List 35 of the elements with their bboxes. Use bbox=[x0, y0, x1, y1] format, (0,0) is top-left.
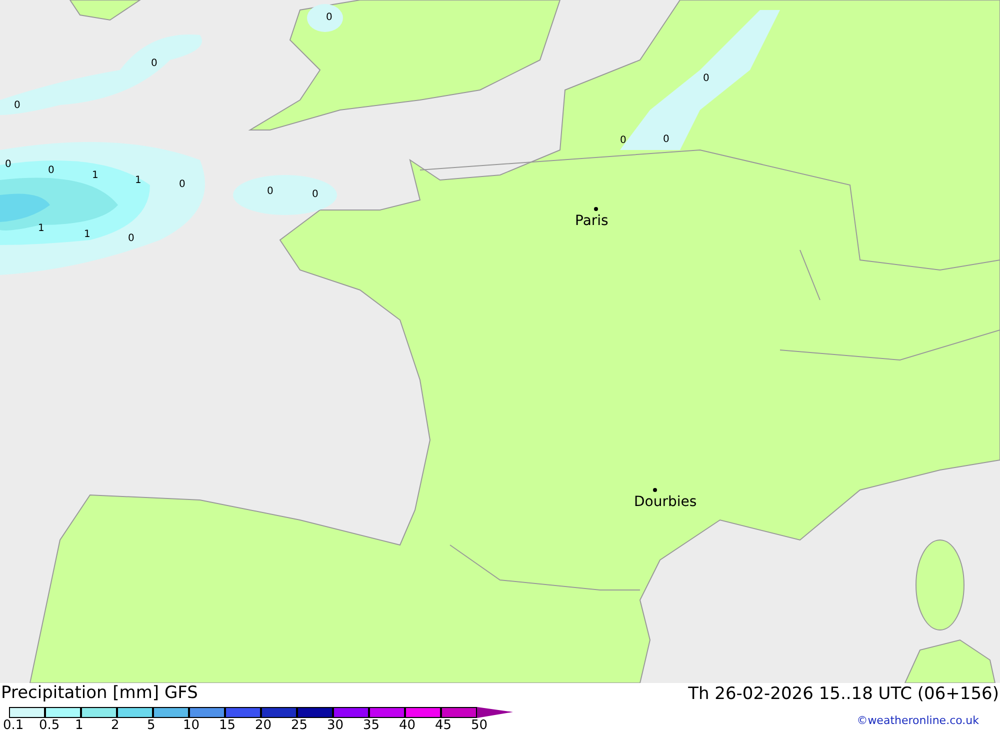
contour-label: 0 bbox=[663, 135, 670, 145]
contour-label: 0 bbox=[620, 136, 626, 146]
scale-label: 35 bbox=[363, 718, 380, 733]
city-label: Dourbies bbox=[634, 495, 697, 509]
contour-label: 0 bbox=[14, 101, 20, 111]
scale-label: 25 bbox=[291, 718, 308, 733]
contour-label: 0 bbox=[267, 187, 274, 197]
contour-label: 1 bbox=[38, 224, 44, 234]
scale-label: 20 bbox=[255, 718, 272, 733]
contour-label: 0 bbox=[48, 166, 54, 176]
contour-label: 0 bbox=[128, 234, 134, 244]
scale-label: 2 bbox=[111, 718, 120, 733]
contour-label: 0 bbox=[179, 180, 186, 190]
scale-label: 40 bbox=[399, 718, 416, 733]
city-label: Paris bbox=[575, 214, 608, 228]
scale-label: 50 bbox=[471, 718, 488, 733]
valid-time: Th 26-02-2026 15..18 UTC (06+156) bbox=[688, 683, 999, 705]
scale-label: 1 bbox=[75, 718, 84, 733]
contour-label: 0 bbox=[151, 59, 158, 69]
contour-label: 1 bbox=[92, 171, 98, 181]
contour-label: 0 bbox=[703, 74, 710, 84]
scale-label: 0.5 bbox=[39, 718, 60, 733]
contour-label: 1 bbox=[84, 230, 90, 240]
scale-label: 15 bbox=[219, 718, 236, 733]
contour-label: 0 bbox=[326, 13, 332, 23]
contour-label: 0 bbox=[312, 190, 318, 200]
scale-label: 10 bbox=[183, 718, 200, 733]
scale-label: 45 bbox=[435, 718, 452, 733]
contour-label: 0 bbox=[5, 160, 12, 170]
scale-label: 0.1 bbox=[3, 718, 24, 733]
legend-title: Precipitation [mm] GFS bbox=[0, 683, 199, 703]
scale-label: 5 bbox=[147, 718, 156, 733]
scale-label: 30 bbox=[327, 718, 344, 733]
credit-link[interactable]: ©weatheronline.co.uk bbox=[856, 713, 979, 730]
contour-label: 1 bbox=[135, 176, 142, 186]
